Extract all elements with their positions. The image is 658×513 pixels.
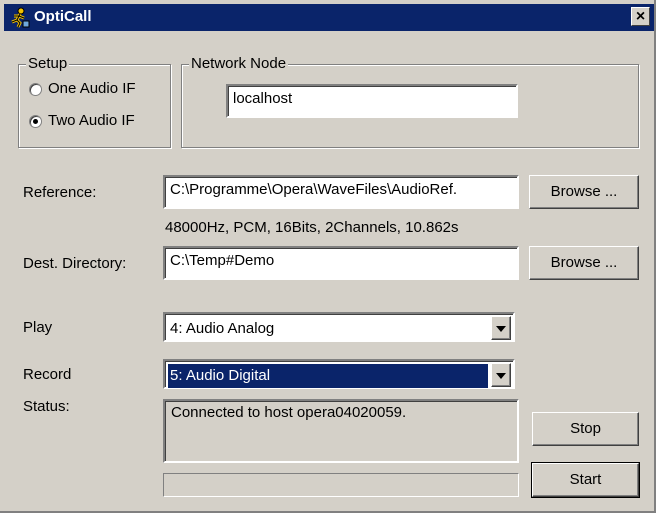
progress-bar	[163, 473, 519, 497]
record-select[interactable]: 5: Audio Digital	[163, 359, 515, 389]
two-audio-if-label[interactable]: Two Audio IF	[48, 112, 135, 130]
opticall-window: OptiCall × Setup One Audio IF Two Audio …	[0, 0, 656, 513]
status-text-area: Connected to host opera04020059.	[163, 399, 519, 463]
start-button[interactable]: Start	[531, 462, 640, 498]
reference-label: Reference:	[23, 184, 97, 201]
dest-browse-button[interactable]: Browse ...	[529, 246, 639, 280]
reference-file-info: 48000Hz, PCM, 16Bits, 2Channels, 10.862s	[165, 219, 459, 236]
close-button[interactable]: ×	[631, 7, 650, 26]
chevron-down-icon[interactable]	[491, 363, 511, 387]
running-figure-icon	[11, 7, 30, 28]
dest-directory-input[interactable]: C:\Temp#Demo	[163, 246, 519, 280]
status-text: Connected to host opera04020059.	[171, 404, 407, 421]
record-select-value: 5: Audio Digital	[167, 363, 489, 389]
close-icon: ×	[635, 8, 646, 25]
chevron-down-icon[interactable]	[491, 316, 511, 340]
setup-group: Setup	[18, 55, 171, 148]
play-label: Play	[23, 319, 53, 336]
setup-legend: Setup	[26, 55, 70, 73]
play-select-value: 4: Audio Analog	[170, 320, 275, 337]
record-label: Record	[23, 366, 72, 383]
play-select[interactable]: 4: Audio Analog	[163, 312, 515, 342]
window-title: OptiCall	[34, 8, 92, 25]
reference-input[interactable]: C:\Programme\Opera\WaveFiles\AudioRef.	[163, 175, 519, 209]
network-node-input[interactable]: localhost	[226, 84, 518, 118]
title-bar[interactable]: OptiCall ×	[4, 4, 654, 31]
network-node-legend: Network Node	[189, 55, 289, 73]
dest-directory-label: Dest. Directory:	[23, 255, 127, 272]
one-audio-if-label[interactable]: One Audio IF	[48, 80, 136, 98]
stop-button[interactable]: Stop	[532, 412, 639, 446]
status-label: Status:	[23, 398, 70, 415]
reference-browse-button[interactable]: Browse ...	[529, 175, 639, 209]
one-audio-if-radio[interactable]	[29, 83, 42, 96]
two-audio-if-radio[interactable]	[29, 115, 42, 128]
